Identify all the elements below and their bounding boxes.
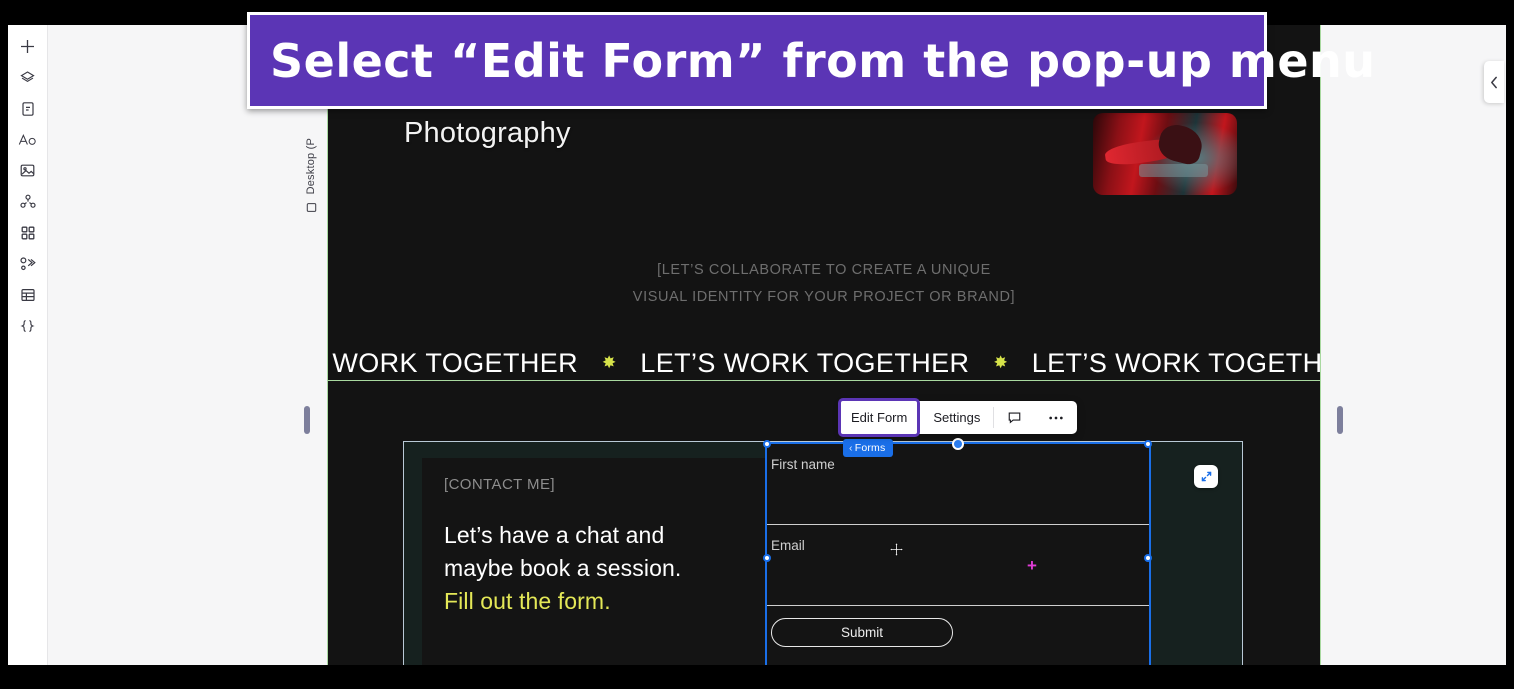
sections-icon[interactable] bbox=[12, 186, 44, 217]
forms-badge-label: Forms bbox=[854, 441, 886, 454]
form-field-label: First name bbox=[771, 457, 835, 472]
marquee-word: LET’S WORK TOGETHER bbox=[1031, 347, 1321, 378]
settings-button[interactable]: Settings bbox=[920, 401, 993, 434]
move-cursor-icon bbox=[889, 542, 904, 562]
automation-icon[interactable] bbox=[12, 248, 44, 279]
media-icon[interactable] bbox=[12, 155, 44, 186]
left-icon-rail bbox=[8, 25, 48, 665]
section-resize-handle-left[interactable] bbox=[304, 406, 310, 434]
site-title: Photography bbox=[404, 117, 571, 149]
collaborate-line-2: VISUAL IDENTITY FOR YOUR PROJECT OR BRAN… bbox=[632, 289, 1016, 305]
contact-eyebrow: [CONTACT ME] bbox=[444, 476, 555, 493]
form-submit-wrap: Submit bbox=[767, 606, 1149, 647]
desktop-icon bbox=[306, 200, 317, 218]
page-icon[interactable] bbox=[12, 93, 44, 124]
submit-button[interactable]: Submit bbox=[771, 618, 953, 647]
form-field-email[interactable]: Email bbox=[767, 525, 1149, 606]
contact-headline: Let’s have a chat and maybe book a sessi… bbox=[444, 519, 782, 618]
marquee-word: LET’S WORK TOGETHER bbox=[640, 347, 970, 378]
text-icon[interactable] bbox=[12, 124, 44, 155]
headline-line-1: Let’s have a chat and bbox=[444, 522, 665, 548]
form-field-label: Email bbox=[771, 538, 805, 553]
comment-icon[interactable] bbox=[994, 401, 1035, 434]
collapse-panel-button[interactable] bbox=[1484, 61, 1504, 103]
collaborate-text: [LET’S COLLABORATE TO CREATE A UNIQUE VI… bbox=[327, 257, 1321, 311]
marquee-word: LET’S WORK TOGETHER bbox=[327, 347, 579, 378]
screenshot-root: Desktop (P Photography [LET’S COLLABORAT… bbox=[0, 0, 1514, 689]
edit-form-button[interactable]: Edit Form bbox=[838, 398, 921, 437]
code-icon[interactable] bbox=[12, 310, 44, 341]
form-field-first-name[interactable]: First name bbox=[767, 444, 1149, 525]
selection-handle-top-right[interactable] bbox=[1144, 440, 1152, 448]
element-toolbar: Edit Form Settings bbox=[838, 398, 1078, 437]
hero-photo bbox=[1093, 113, 1237, 195]
section-boundary-line bbox=[327, 380, 1321, 381]
section-resize-handle-right[interactable] bbox=[1337, 406, 1343, 434]
selection-handle-top-left[interactable] bbox=[763, 440, 771, 448]
chevron-left-icon: ‹ bbox=[849, 441, 853, 454]
instruction-banner: Select “Edit Form” from the pop-up menu bbox=[247, 12, 1375, 109]
add-element-marker[interactable]: + bbox=[1027, 557, 1037, 574]
more-options-icon[interactable] bbox=[1035, 401, 1077, 434]
selection-handle-mid-right[interactable] bbox=[1144, 554, 1152, 562]
marquee-separator-icon: ✸ bbox=[602, 353, 617, 372]
marquee-separator-icon: ✸ bbox=[993, 353, 1008, 372]
device-breakpoint-label[interactable]: Desktop (P bbox=[297, 113, 325, 218]
collaborate-line-1: [LET’S COLLABORATE TO CREATE A UNIQUE bbox=[657, 262, 991, 278]
layers-icon[interactable] bbox=[12, 62, 44, 93]
expand-arrows-icon[interactable] bbox=[1194, 465, 1218, 488]
canvas-surround: Desktop (P Photography [LET’S COLLABORAT… bbox=[48, 25, 1506, 665]
headline-line-2: maybe book a session. bbox=[444, 555, 682, 581]
cms-icon[interactable] bbox=[12, 279, 44, 310]
form-element-selected[interactable]: First name Email Submit bbox=[765, 442, 1151, 665]
apps-icon[interactable] bbox=[12, 217, 44, 248]
device-label-text: Desktop (P bbox=[305, 137, 317, 194]
headline-accent: Fill out the form. bbox=[444, 588, 611, 614]
forms-breadcrumb-badge[interactable]: ‹ Forms bbox=[843, 439, 894, 457]
add-icon[interactable] bbox=[12, 31, 44, 62]
contact-text-column: [CONTACT ME] Let’s have a chat and maybe… bbox=[422, 458, 804, 665]
selection-handle-top-center[interactable] bbox=[952, 438, 964, 450]
editor-shell: Desktop (P Photography [LET’S COLLABORAT… bbox=[8, 25, 1506, 665]
selection-handle-mid-left[interactable] bbox=[763, 554, 771, 562]
instruction-banner-text: Select “Edit Form” from the pop-up menu bbox=[270, 33, 1376, 88]
